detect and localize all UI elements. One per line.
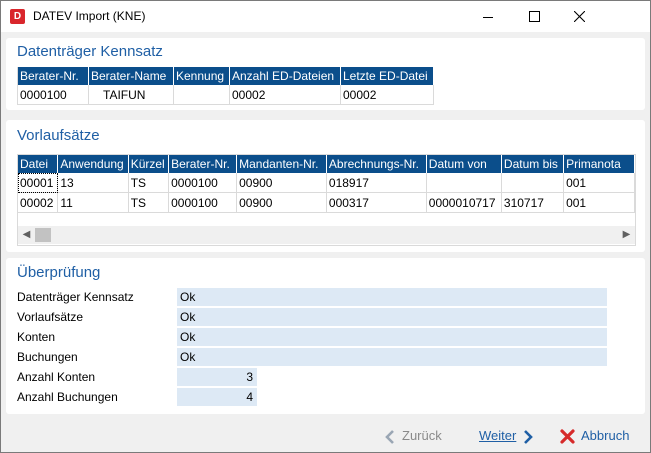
maximize-button[interactable]	[511, 1, 557, 32]
scroll-right-icon[interactable]: ▶	[618, 226, 635, 244]
vorlauf-header-row: Datei Anwendung Kürzel Berater-Nr. Manda…	[18, 155, 635, 173]
column-header[interactable]: Anwendung	[57, 155, 129, 173]
scrollbar-thumb[interactable]	[35, 228, 51, 242]
window-title: DATEV Import (KNE)	[33, 9, 146, 23]
table-cell[interactable]: 000317	[326, 192, 427, 213]
check-label: Datenträger Kennsatz	[17, 290, 134, 304]
count-label: Anzahl Buchungen	[17, 390, 118, 404]
check-value: Ok	[177, 288, 607, 306]
column-header[interactable]: Mandanten-Nr.	[236, 155, 327, 173]
section-title-datentraeger: Datenträger Kennsatz	[17, 43, 163, 60]
table-cell[interactable]	[173, 85, 230, 105]
table-cell[interactable]: 018917	[326, 173, 427, 193]
column-header[interactable]: Anzahl ED-Dateien	[229, 67, 341, 85]
back-label: Zurück	[402, 428, 442, 443]
table-cell[interactable]: TS	[128, 173, 170, 193]
table-cell[interactable]: 0000100	[17, 85, 89, 105]
maximize-icon	[529, 11, 540, 22]
section-title-pruefung: Überprüfung	[17, 264, 101, 281]
table-cell[interactable]: 0000100	[168, 192, 238, 213]
cancel-button[interactable]: Abbruch	[560, 426, 629, 446]
next-label: Weiter	[479, 428, 517, 443]
table-cell[interactable]: 00900	[236, 192, 327, 213]
column-header[interactable]: Kennung	[173, 67, 230, 85]
count-label: Anzahl Konten	[17, 370, 96, 384]
table-cell[interactable]: 11	[57, 192, 129, 213]
cancel-label: Abbruch	[581, 428, 630, 443]
table-row[interactable]: 00001 13 TS 0000100 00900 018917 001	[18, 173, 635, 193]
table-cell[interactable]: 0000100	[168, 173, 238, 193]
check-label: Vorlaufsätze	[17, 310, 84, 324]
table-cell[interactable]: 00002	[229, 85, 341, 105]
datev-app-icon: D	[10, 9, 25, 24]
check-label: Konten	[17, 330, 56, 344]
table-cell[interactable]	[501, 173, 565, 193]
check-label: Buchungen	[17, 350, 78, 364]
check-value: Ok	[177, 348, 607, 366]
scroll-left-icon[interactable]: ◀	[18, 226, 35, 244]
column-header[interactable]: Datum bis	[501, 155, 565, 173]
column-header[interactable]: Berater-Nr.	[168, 155, 238, 173]
column-header[interactable]: Datum von	[426, 155, 502, 173]
section-title-vorlauf: Vorlaufsätze	[17, 127, 100, 144]
count-value: 4	[177, 388, 257, 406]
table-cell[interactable]: 001	[563, 192, 635, 213]
column-header[interactable]: Primanota	[563, 155, 635, 173]
table-cell[interactable]: TAIFUN	[88, 85, 174, 105]
column-header[interactable]: Abrechnungs-Nr.	[326, 155, 427, 173]
table-cell[interactable]: 001	[563, 173, 635, 193]
vorlauf-table[interactable]: Datei Anwendung Kürzel Berater-Nr. Manda…	[18, 155, 635, 213]
horizontal-scrollbar[interactable]: ◀ ▶	[18, 226, 635, 244]
chevron-right-icon	[524, 429, 534, 444]
panel-datentraeger-kennsatz: Datenträger Kennsatz Berater-Nr. Berater…	[6, 38, 645, 110]
table-cell[interactable]: 00002	[340, 85, 434, 105]
table-cell[interactable]: 00900	[236, 173, 327, 193]
table-row[interactable]: 00002 11 TS 0000100 00900 000317 0000010…	[18, 192, 635, 213]
check-value: Ok	[177, 308, 607, 326]
table-cell[interactable]	[426, 173, 502, 193]
vorlauf-grid[interactable]: Datei Anwendung Kürzel Berater-Nr. Manda…	[17, 154, 636, 246]
table-cell[interactable]: 00001	[18, 173, 59, 193]
minimize-icon	[483, 17, 493, 18]
table-row[interactable]: 0000100 TAIFUN 00002 00002	[17, 85, 434, 105]
title-bar[interactable]: D DATEV Import (KNE)	[1, 1, 650, 32]
cancel-x-icon	[560, 429, 575, 444]
column-header[interactable]: Berater-Nr.	[17, 67, 89, 85]
minimize-button[interactable]	[465, 1, 511, 32]
check-value: Ok	[177, 328, 607, 346]
back-button[interactable]: Zurück	[384, 426, 442, 446]
table-cell[interactable]: 00002	[18, 192, 59, 213]
next-button[interactable]: Weiter	[479, 426, 534, 446]
close-button[interactable]	[557, 1, 603, 32]
count-value: 3	[177, 368, 257, 386]
panel-ueberpruefung: Überprüfung Datenträger Kennsatz Ok Vorl…	[6, 258, 645, 414]
column-header[interactable]: Berater-Name	[88, 67, 174, 85]
table-cell[interactable]: 310717	[501, 192, 565, 213]
panel-vorlaufsaetze: Vorlaufsätze Datei Anwendung Kürzel Bera…	[6, 120, 645, 252]
dialog-window: D DATEV Import (KNE) Datenträger Kennsat…	[0, 0, 651, 453]
column-header[interactable]: Letzte ED-Datei	[340, 67, 434, 85]
column-header[interactable]: Kürzel	[128, 155, 170, 173]
column-header[interactable]: Datei	[18, 155, 59, 173]
kennsatz-table[interactable]: Berater-Nr. Berater-Name Kennung Anzahl …	[17, 67, 434, 105]
table-cell[interactable]: 0000010717	[426, 192, 502, 213]
table-cell[interactable]: TS	[128, 192, 170, 213]
table-cell[interactable]: 13	[57, 173, 129, 193]
close-icon	[574, 11, 585, 22]
chevron-left-icon	[385, 429, 394, 444]
kennsatz-header-row: Berater-Nr. Berater-Name Kennung Anzahl …	[17, 67, 434, 85]
